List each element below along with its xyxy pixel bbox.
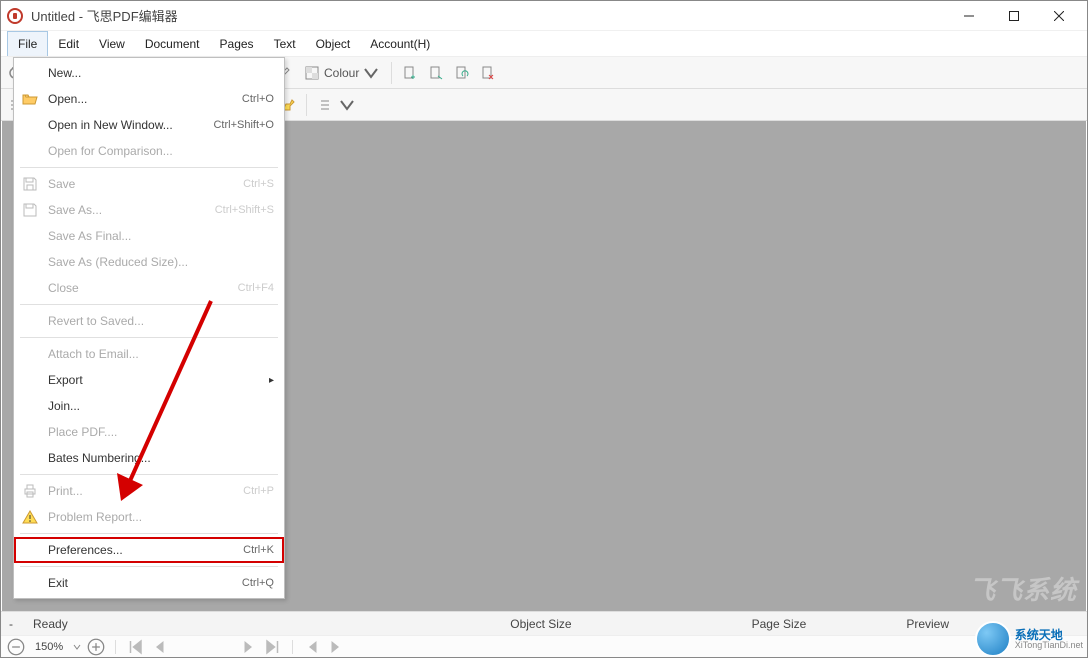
menu-separator — [20, 304, 278, 305]
menu-save-as: Save As...Ctrl+Shift+S — [14, 197, 284, 223]
status-preview: Preview — [906, 617, 949, 631]
menu-edit[interactable]: Edit — [48, 31, 89, 56]
titlebar: Untitled - 飞思PDF编辑器 — [1, 1, 1087, 31]
file-menu-dropdown: New... Open...Ctrl+O Open in New Window.… — [13, 57, 285, 599]
menubar: File Edit View Document Pages Text Objec… — [1, 31, 1087, 57]
bottombar: 150% — [1, 635, 1087, 657]
folder-open-icon — [22, 91, 38, 107]
app-logo-icon — [7, 8, 23, 24]
menu-place-pdf: Place PDF.... — [14, 419, 284, 445]
save-as-icon — [22, 202, 38, 218]
menu-file[interactable]: File — [7, 31, 48, 56]
separator — [292, 640, 293, 654]
watermark-faint: 飞飞系统 — [969, 570, 1077, 607]
menu-join[interactable]: Join... — [14, 393, 284, 419]
watermark-brand: 系统天地 — [1015, 629, 1083, 641]
save-icon — [22, 176, 38, 192]
line-spacing-icon[interactable] — [313, 93, 361, 117]
watermark-logo: 系统天地 XiTongTianDi.net — [975, 621, 1083, 657]
menu-pages[interactable]: Pages — [210, 31, 264, 56]
watermark-url: XiTongTianDi.net — [1015, 641, 1083, 650]
menu-document[interactable]: Document — [135, 31, 210, 56]
menu-preferences[interactable]: Preferences...Ctrl+K — [14, 537, 284, 563]
next-page-button[interactable] — [240, 638, 258, 656]
menu-bates[interactable]: Bates Numbering... — [14, 445, 284, 471]
menu-account[interactable]: Account(H) — [360, 31, 440, 56]
menu-save: SaveCtrl+S — [14, 171, 284, 197]
menu-print: Print...Ctrl+P — [14, 478, 284, 504]
menu-open-new-window[interactable]: Open in New Window...Ctrl+Shift+O — [14, 112, 284, 138]
status-page-size: Page Size — [752, 617, 807, 631]
page-delete-icon[interactable] — [476, 61, 500, 85]
globe-icon — [975, 621, 1011, 657]
menu-problem-report: Problem Report... — [14, 504, 284, 530]
first-page-button[interactable] — [126, 638, 144, 656]
status-object-size: Object Size — [510, 617, 571, 631]
menu-revert: Revert to Saved... — [14, 308, 284, 334]
menu-exit[interactable]: ExitCtrl+Q — [14, 570, 284, 596]
print-icon — [22, 483, 38, 499]
page-rotate-icon[interactable] — [450, 61, 474, 85]
menu-text[interactable]: Text — [264, 31, 306, 56]
nav-forward-button[interactable] — [327, 638, 345, 656]
menu-attach-email: Attach to Email... — [14, 341, 284, 367]
chevron-down-icon[interactable] — [73, 643, 81, 651]
menu-separator — [20, 474, 278, 475]
menu-export[interactable]: Export▸ — [14, 367, 284, 393]
separator — [306, 94, 307, 116]
status-divider: - — [9, 617, 13, 631]
menu-save-final: Save As Final... — [14, 223, 284, 249]
window-title: Untitled - 飞思PDF编辑器 — [31, 6, 946, 25]
menu-open-comparison: Open for Comparison... — [14, 138, 284, 164]
submenu-arrow-icon: ▸ — [269, 375, 274, 386]
minimize-button[interactable] — [946, 1, 991, 31]
menu-open[interactable]: Open...Ctrl+O — [14, 86, 284, 112]
menu-new[interactable]: New... — [14, 60, 284, 86]
separator — [115, 640, 116, 654]
statusbar: - Ready Object Size Page Size Preview — [1, 611, 1087, 635]
menu-separator — [20, 337, 278, 338]
nav-back-button[interactable] — [303, 638, 321, 656]
warning-icon — [22, 509, 38, 525]
menu-separator — [20, 167, 278, 168]
zoom-level[interactable]: 150% — [35, 641, 63, 653]
zoom-in-button[interactable] — [87, 638, 105, 656]
last-page-button[interactable] — [264, 638, 282, 656]
zoom-out-button[interactable] — [7, 638, 25, 656]
menu-close: CloseCtrl+F4 — [14, 275, 284, 301]
colour-label: Colour — [324, 66, 359, 80]
close-button[interactable] — [1036, 1, 1081, 31]
page-insert-icon[interactable] — [398, 61, 422, 85]
menu-view[interactable]: View — [89, 31, 135, 56]
page-extract-icon[interactable] — [424, 61, 448, 85]
separator — [391, 62, 392, 84]
status-ready: Ready — [33, 617, 68, 631]
menu-separator — [20, 533, 278, 534]
colour-picker[interactable]: Colour — [298, 61, 385, 85]
menu-object[interactable]: Object — [306, 31, 361, 56]
maximize-button[interactable] — [991, 1, 1036, 31]
window-controls — [946, 1, 1081, 31]
menu-save-reduced: Save As (Reduced Size)... — [14, 249, 284, 275]
menu-separator — [20, 566, 278, 567]
prev-page-button[interactable] — [150, 638, 168, 656]
